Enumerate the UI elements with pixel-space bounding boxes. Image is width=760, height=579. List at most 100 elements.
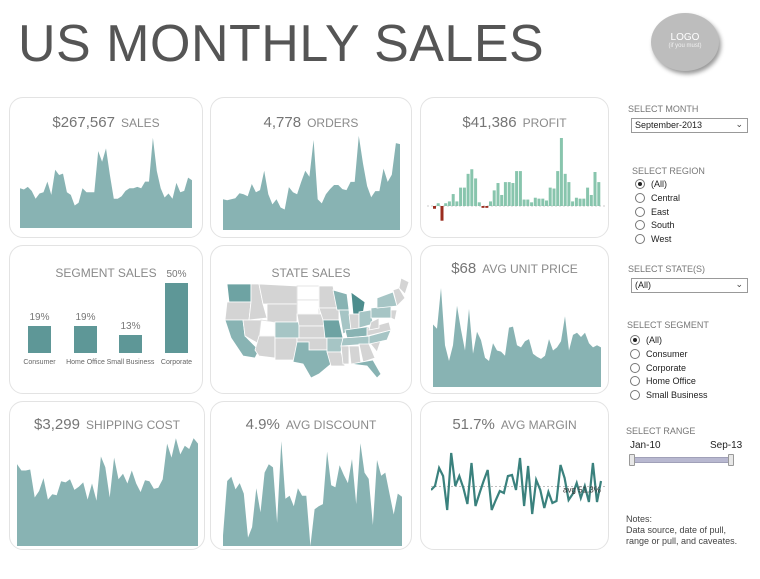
- profit-bar[interactable]: [597, 182, 601, 206]
- region-option[interactable]: Central: [635, 192, 681, 203]
- us-state-map[interactable]: [219, 278, 409, 378]
- profit-bar[interactable]: [440, 206, 444, 221]
- segment-option[interactable]: Consumer: [630, 348, 688, 359]
- profit-bar[interactable]: [447, 201, 451, 206]
- range-slider-end-handle[interactable]: [728, 454, 734, 466]
- profit-bar[interactable]: [433, 206, 436, 209]
- radio-button[interactable]: [635, 220, 645, 231]
- shipping-area-chart[interactable]: [17, 436, 198, 546]
- discount-value: 4.9%: [245, 416, 280, 433]
- profit-bar[interactable]: [545, 200, 548, 206]
- region-option[interactable]: West: [635, 234, 672, 245]
- segment-option[interactable]: (All): [630, 335, 662, 345]
- segment-category-label: Consumer: [23, 359, 56, 366]
- profit-bar[interactable]: [537, 198, 541, 206]
- region-option[interactable]: South: [635, 220, 675, 231]
- radio-button[interactable]: [630, 390, 640, 401]
- region-option-label: Central: [651, 192, 681, 203]
- segment-option[interactable]: Small Business: [630, 390, 708, 401]
- discount-area-chart[interactable]: [223, 439, 402, 546]
- range-slider-track[interactable]: [633, 457, 733, 463]
- profit-bar[interactable]: [586, 187, 590, 206]
- profit-bar[interactable]: [593, 172, 597, 206]
- profit-bar[interactable]: [571, 201, 575, 206]
- radio-button[interactable]: [635, 179, 645, 189]
- profit-bar[interactable]: [533, 197, 537, 206]
- state-nd: [296, 285, 320, 301]
- profit-bar[interactable]: [485, 206, 489, 208]
- profit-bar[interactable]: [541, 198, 545, 206]
- profit-bar[interactable]: [548, 187, 552, 206]
- profit-bar[interactable]: [589, 194, 593, 206]
- state-ar: [326, 337, 344, 353]
- profit-bar[interactable]: [455, 201, 459, 206]
- radio-button[interactable]: [630, 335, 640, 345]
- month-dropdown[interactable]: September-2013 ⌄: [631, 118, 748, 133]
- radio-button[interactable]: [635, 192, 645, 203]
- region-option-label: West: [651, 234, 672, 245]
- profit-bar[interactable]: [552, 188, 556, 206]
- profit-bar[interactable]: [556, 171, 560, 206]
- profit-bar[interactable]: [489, 201, 492, 206]
- orders-area: [223, 135, 400, 230]
- segment-bar[interactable]: [74, 326, 97, 353]
- sales-area-chart[interactable]: [20, 136, 192, 228]
- profit-bar-chart[interactable]: [427, 134, 607, 230]
- profit-bar[interactable]: [481, 206, 485, 208]
- segment-bar[interactable]: [119, 334, 142, 353]
- profit-bar[interactable]: [492, 190, 496, 206]
- profit-bar[interactable]: [474, 178, 478, 206]
- radio-button[interactable]: [635, 206, 645, 217]
- profit-value: $41,386: [462, 114, 517, 131]
- state-az: [254, 335, 276, 359]
- radio-button[interactable]: [630, 362, 640, 373]
- radio-button[interactable]: [630, 348, 640, 359]
- segment-option[interactable]: Corporate: [630, 362, 687, 373]
- profit-bar[interactable]: [574, 197, 578, 206]
- profit-bar[interactable]: [518, 171, 522, 206]
- range-slider-start-handle[interactable]: [629, 454, 635, 466]
- profit-bar[interactable]: [470, 169, 474, 206]
- segment-option[interactable]: Home Office: [630, 376, 696, 387]
- orders-card: 4,778 ORDERS: [210, 97, 412, 238]
- unit-price-area-chart[interactable]: [433, 286, 601, 387]
- profit-bar[interactable]: [559, 138, 563, 206]
- profit-bar[interactable]: [567, 182, 571, 206]
- profit-bar[interactable]: [477, 202, 481, 206]
- profit-bar[interactable]: [530, 202, 534, 206]
- profit-bar[interactable]: [578, 198, 582, 206]
- profit-bar[interactable]: [459, 187, 463, 206]
- profit-bar[interactable]: [515, 171, 519, 206]
- profit-bar[interactable]: [507, 182, 511, 206]
- orders-area-chart[interactable]: [223, 134, 400, 230]
- states-dropdown[interactable]: (All) ⌄: [631, 278, 748, 293]
- profit-bar[interactable]: [444, 203, 448, 206]
- profit-bar[interactable]: [526, 199, 530, 206]
- margin-line-chart[interactable]: avg 51.3%: [431, 438, 607, 538]
- state-mo: [322, 319, 344, 339]
- profit-bar[interactable]: [462, 187, 466, 206]
- region-option[interactable]: East: [635, 206, 669, 217]
- profit-bar[interactable]: [466, 173, 470, 206]
- region-option[interactable]: (All): [635, 179, 667, 189]
- profit-bar[interactable]: [496, 183, 500, 206]
- profit-bar[interactable]: [563, 173, 567, 206]
- profit-bar[interactable]: [522, 199, 526, 206]
- state-ia: [318, 307, 340, 321]
- profit-bar[interactable]: [582, 198, 586, 206]
- segment-option-label: Corporate: [646, 362, 687, 373]
- radio-button[interactable]: [630, 376, 640, 387]
- profit-bar[interactable]: [503, 182, 507, 206]
- segment-bar[interactable]: [165, 283, 188, 353]
- sales-card: $267,567 SALES: [9, 97, 203, 238]
- radio-button[interactable]: [635, 234, 645, 245]
- profit-bar[interactable]: [451, 194, 455, 206]
- logo-subtext: (if you must): [668, 43, 702, 49]
- state-or: [224, 301, 252, 321]
- profit-bar[interactable]: [511, 183, 515, 206]
- segment-bar[interactable]: [28, 326, 51, 353]
- discount-label: AVG DISCOUNT: [285, 418, 377, 432]
- state-mi: [350, 291, 366, 315]
- profit-bar[interactable]: [500, 194, 504, 206]
- profit-bar[interactable]: [436, 203, 440, 206]
